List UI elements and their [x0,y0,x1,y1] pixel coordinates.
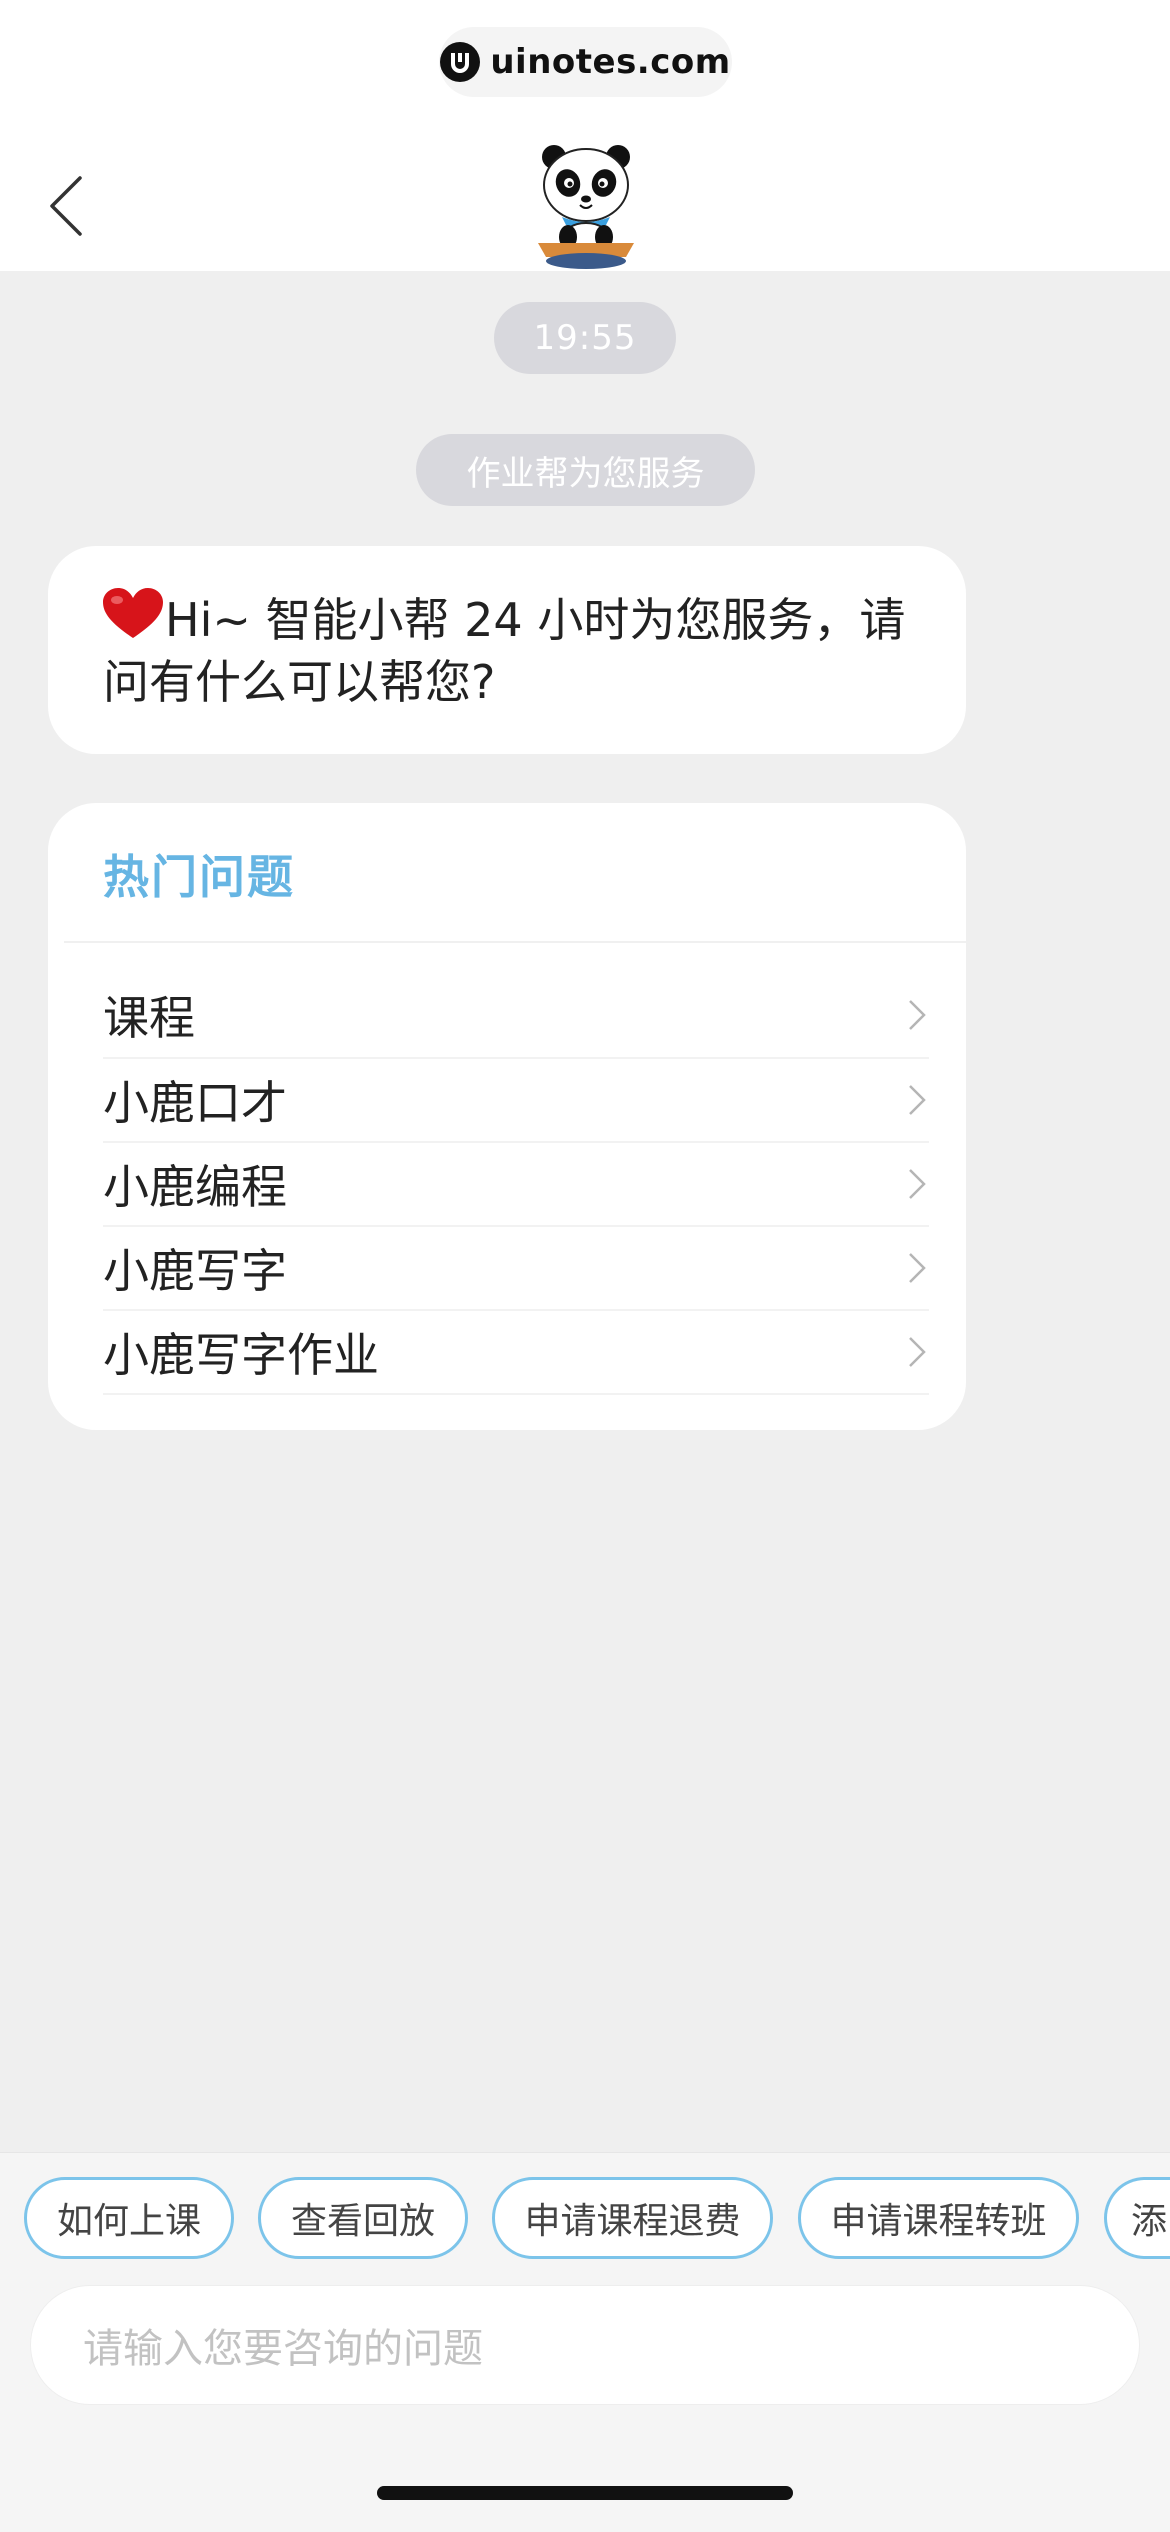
header: uinotes.com [0,0,1170,271]
faq-item-label: 课程 [103,991,195,1045]
back-button[interactable] [36,166,96,246]
faq-card: 热门问题 课程 小鹿口才 小鹿编程 小鹿写字 小鹿写字作业 [48,803,966,1430]
greeting-bubble: Hi~ 智能小帮 24 小时为您服务，请问有什么可以帮您? [48,546,966,754]
faq-item-writing[interactable]: 小鹿写字 [103,1227,929,1311]
faq-item-label: 小鹿写字作业 [103,1328,379,1382]
faq-item-course[interactable]: 课程 [103,943,929,1059]
faq-item-eloquence[interactable]: 小鹿口才 [103,1059,929,1143]
quick-reply-how-to-attend[interactable]: 如何上课 [24,2177,234,2259]
watermark: uinotes.com [439,27,732,97]
question-input[interactable]: 请输入您要咨询的问题 [30,2285,1140,2405]
faq-item-programming[interactable]: 小鹿编程 [103,1143,929,1227]
faq-list: 课程 小鹿口才 小鹿编程 小鹿写字 小鹿写字作业 [103,943,929,1395]
greeting-text: Hi~ 智能小帮 24 小时为您服务，请问有什么可以帮您? [103,593,906,709]
service-notice: 作业帮为您服务 [416,434,755,506]
faq-item-label: 小鹿口才 [103,1076,287,1130]
faq-title: 热门问题 [103,850,295,904]
chevron-right-icon [909,1253,926,1283]
home-indicator [377,2486,793,2500]
quick-reply-transfer-class[interactable]: 申请课程转班 [798,2177,1079,2259]
quick-reply-view-replay[interactable]: 查看回放 [258,2177,468,2259]
faq-item-label: 小鹿写字 [103,1244,287,1298]
chevron-right-icon [909,1169,926,1199]
time-stamp: 19:55 [494,302,676,374]
chevron-right-icon [909,1000,926,1030]
faq-item-writing-homework[interactable]: 小鹿写字作业 [103,1311,929,1395]
panda-mascot-avatar [534,143,638,269]
quick-reply-refund[interactable]: 申请课程退费 [492,2177,773,2259]
heart-emoji-icon [103,588,163,638]
chevron-right-icon [909,1085,926,1115]
watermark-text: uinotes.com [490,42,731,82]
chevron-right-icon [909,1337,926,1367]
chevron-left-icon [50,176,82,236]
faq-item-label: 小鹿编程 [103,1160,287,1214]
uinotes-logo-icon [440,42,481,82]
